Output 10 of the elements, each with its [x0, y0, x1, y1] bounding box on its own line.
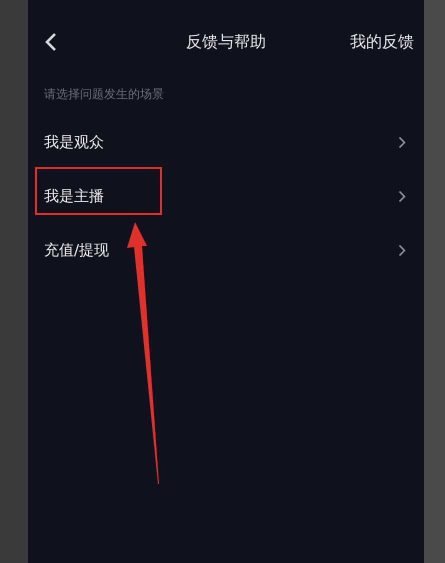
scenario-option[interactable]: 我是观众 [28, 115, 424, 169]
my-feedback-link[interactable]: 我的反馈 [350, 32, 414, 52]
chevron-right-icon [398, 244, 406, 256]
chevron-right-icon [398, 136, 406, 148]
page-title: 反馈与帮助 [186, 32, 266, 50]
back-icon[interactable] [44, 32, 58, 52]
chevron-right-icon [398, 190, 406, 202]
scenario-option[interactable]: 充值/提现 [28, 223, 424, 277]
scenario-hint: 请选择问题发生的场景 [43, 86, 165, 103]
scenario-option[interactable]: 我是主播 [28, 169, 424, 223]
